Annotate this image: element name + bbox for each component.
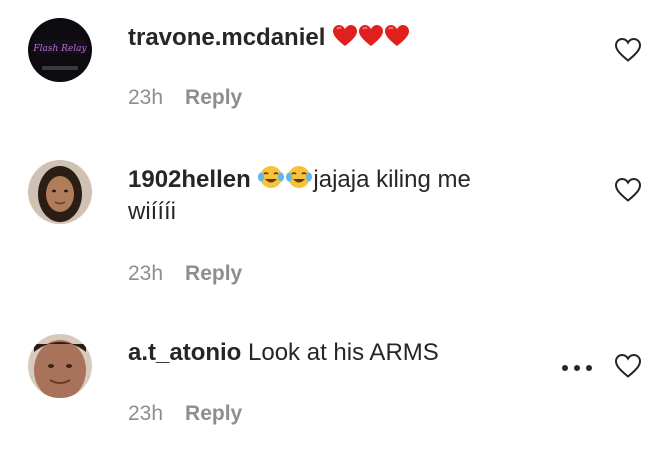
comment-text: a.t_atonio Look at his ARMS [128,337,548,369]
reply-button[interactable]: Reply [185,86,242,109]
red-heart-emoji-icon [385,25,410,46]
joy-emojis [257,166,313,193]
reply-button[interactable]: Reply [185,262,242,285]
avatar[interactable]: Flash Relay [28,18,92,82]
tears-of-joy-emoji-icon [286,166,313,188]
like-heart-icon[interactable] [614,37,642,63]
comment-body: jajaja kiling me [313,166,471,193]
comment-body-line2: wiíííi [128,198,176,225]
svg-text:Flash Relay: Flash Relay [32,44,87,54]
like-heart-icon[interactable] [614,353,642,379]
username[interactable]: a.t_atonio [128,339,241,366]
timestamp: 23h [128,402,164,425]
timestamp: 23h [128,262,164,285]
comment-meta: 23h Reply [128,84,242,112]
username[interactable]: 1902hellen [128,166,251,193]
reply-button[interactable]: Reply [185,402,242,425]
heart-emojis [332,24,410,51]
more-options-icon[interactable] [560,362,594,374]
like-heart-icon[interactable] [614,177,642,203]
timestamp: 23h [128,86,164,109]
comment-text: travone.mcdaniel [128,22,548,54]
avatar[interactable] [28,334,92,398]
comment-body: Look at his ARMS [248,339,439,366]
username[interactable]: travone.mcdaniel [128,24,325,51]
comment-meta: 23h Reply [128,260,242,288]
comment-meta: 23h Reply [128,400,242,428]
comment-text: 1902hellen jajaja kiling me wiíííi [128,164,548,228]
avatar[interactable] [28,160,92,224]
red-heart-emoji-icon [359,25,384,46]
tears-of-joy-emoji-icon [258,166,285,188]
red-heart-emoji-icon [333,25,358,46]
